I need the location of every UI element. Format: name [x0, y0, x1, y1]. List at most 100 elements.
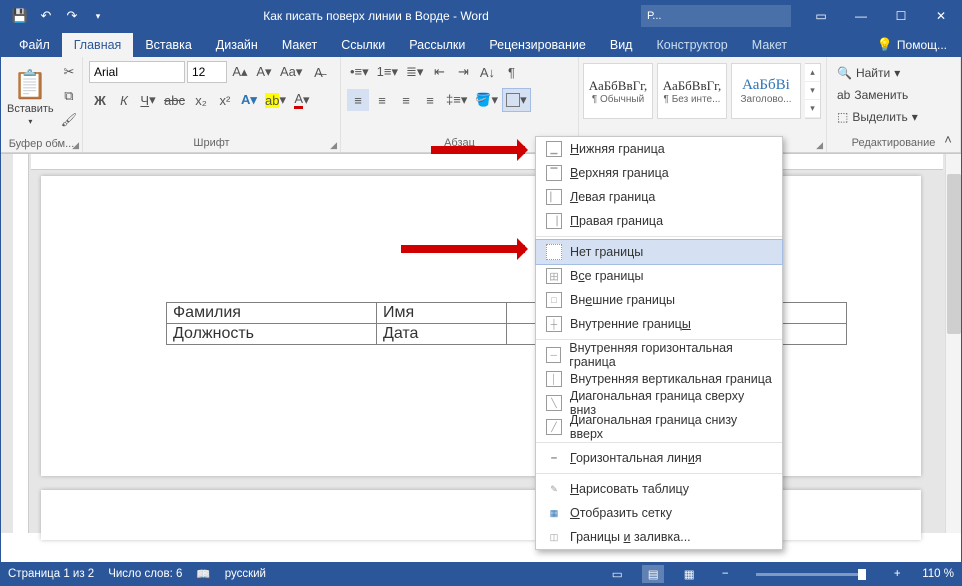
decrease-indent-button[interactable]: ⇤ [428, 61, 450, 83]
shading-button[interactable]: 🪣▾ [472, 89, 501, 111]
mi-draw-table[interactable]: ✎Нарисовать таблицу [536, 477, 782, 501]
save-button[interactable]: 💾 [7, 1, 33, 31]
mi-bottom-border[interactable]: ▁Нижняя граница [536, 137, 782, 161]
redo-button[interactable]: ↷ [59, 1, 85, 31]
italic-button[interactable]: К [113, 89, 135, 111]
font-color-button[interactable]: A▾ [291, 89, 313, 111]
numbering-button[interactable]: 1≡▾ [374, 61, 401, 83]
clipboard-dialog-launcher[interactable]: ◢ [72, 140, 79, 151]
multilevel-button[interactable]: ≣▾ [403, 61, 426, 83]
mi-inside-v-border[interactable]: │Внутренняя вертикальная граница [536, 367, 782, 391]
undo-button[interactable]: ↶ [33, 1, 59, 31]
zoom-slider-thumb[interactable] [858, 569, 866, 580]
font-dialog-launcher[interactable]: ◢ [330, 140, 337, 151]
tab-layout[interactable]: Макет [270, 33, 329, 57]
replace-button[interactable]: abЗаменить [833, 85, 912, 105]
qat-customize-button[interactable]: ▾ [85, 1, 111, 31]
mi-outside-borders[interactable]: □Внешние границы [536, 288, 782, 312]
line-spacing-button[interactable]: ‡≡▾ [443, 89, 470, 111]
styles-more-button[interactable]: ▴▾▾ [805, 63, 821, 119]
copy-button[interactable]: ⧉ [58, 85, 81, 107]
mi-left-border[interactable]: ▏Левая граница [536, 185, 782, 209]
mi-right-border[interactable]: ▕Правая граница [536, 209, 782, 233]
tab-review[interactable]: Рецензирование [477, 33, 598, 57]
find-button[interactable]: 🔍Найти ▾ [833, 63, 904, 83]
vertical-scrollbar[interactable] [945, 154, 961, 533]
tab-table-layout[interactable]: Макет [740, 33, 799, 57]
mi-diag-up-border[interactable]: ╱Диагональная граница снизу вверх [536, 415, 782, 439]
bold-button[interactable]: Ж [89, 89, 111, 111]
close-button[interactable]: ✕ [921, 1, 961, 31]
minimize-button[interactable]: — [841, 1, 881, 31]
tab-design[interactable]: Дизайн [204, 33, 270, 57]
clear-formatting-button[interactable]: A̶ [307, 61, 329, 83]
read-mode-button[interactable]: ▭ [606, 565, 628, 583]
change-case-button[interactable]: Aa▾ [277, 61, 305, 83]
style-heading1[interactable]: АаБбВіЗаголово... [731, 63, 801, 119]
mi-all-borders[interactable]: 田Все границы [536, 264, 782, 288]
font-family-combo[interactable] [89, 61, 185, 83]
highlight-button[interactable]: ab▾ [262, 89, 289, 111]
status-page[interactable]: Страница 1 из 2 [8, 568, 94, 580]
status-proofing[interactable]: 📖 [196, 567, 210, 581]
justify-button[interactable]: ≡ [419, 89, 441, 111]
cell-firstname-label[interactable]: Имя [377, 303, 507, 324]
tab-view[interactable]: Вид [598, 33, 645, 57]
zoom-in-button[interactable]: + [886, 565, 908, 583]
status-language[interactable]: русский [225, 568, 266, 580]
paste-button[interactable]: 📋 Вставить ▾ [7, 61, 54, 133]
mi-inside-h-border[interactable]: ─Внутренняя горизонтальная граница [536, 343, 782, 367]
mi-diag-down-border[interactable]: ╲Диагональная граница сверху вниз [536, 391, 782, 415]
select-button[interactable]: ⬚Выделить ▾ [833, 107, 922, 127]
status-word-count[interactable]: Число слов: 6 [108, 568, 182, 580]
tab-insert[interactable]: Вставка [133, 33, 203, 57]
tab-table-design[interactable]: Конструктор [644, 33, 739, 57]
superscript-button[interactable]: x² [214, 89, 236, 111]
align-center-button[interactable]: ≡ [371, 89, 393, 111]
mi-top-border[interactable]: ▔Верхняя граница [536, 161, 782, 185]
mi-inside-borders[interactable]: ┼Внутренние границы [536, 312, 782, 336]
shrink-font-button[interactable]: A▾ [253, 61, 275, 83]
print-layout-button[interactable]: ▤ [642, 565, 664, 583]
strike-button[interactable]: abc [161, 89, 188, 111]
horizontal-ruler[interactable] [31, 154, 943, 170]
mi-no-border[interactable]: Нет границы [536, 240, 782, 264]
subscript-button[interactable]: x₂ [190, 89, 212, 111]
page-2[interactable] [41, 490, 921, 540]
cell-date-label[interactable]: Дата [377, 324, 507, 345]
align-left-button[interactable]: ≡ [347, 89, 369, 111]
font-size-combo[interactable] [187, 61, 227, 83]
mi-view-gridlines[interactable]: ▦Отобразить сетку [536, 501, 782, 525]
underline-button[interactable]: Ч▾ [137, 89, 159, 111]
tell-me[interactable]: 💡 Помощ... [871, 37, 961, 57]
web-layout-button[interactable]: ▦ [678, 565, 700, 583]
text-effects-button[interactable]: A▾ [238, 89, 260, 111]
tab-references[interactable]: Ссылки [329, 33, 397, 57]
style-normal[interactable]: АаБбВвГг,¶ Обычный [583, 63, 653, 119]
mi-horizontal-line[interactable]: ━Горизонтальная линия [536, 446, 782, 470]
maximize-button[interactable]: ☐ [881, 1, 921, 31]
collapse-ribbon-button[interactable]: ˄ [937, 128, 959, 150]
tab-mailings[interactable]: Рассылки [397, 33, 477, 57]
scrollbar-thumb[interactable] [947, 174, 961, 334]
cell-position-label[interactable]: Должность [167, 324, 377, 345]
align-right-button[interactable]: ≡ [395, 89, 417, 111]
increase-indent-button[interactable]: ⇥ [452, 61, 474, 83]
zoom-out-button[interactable]: − [714, 565, 736, 583]
sort-button[interactable]: A↓ [476, 61, 498, 83]
zoom-slider[interactable] [756, 573, 866, 576]
borders-button[interactable]: ▾ [503, 89, 530, 111]
ribbon-display-button[interactable]: ▭ [801, 1, 841, 31]
show-marks-button[interactable]: ¶ [500, 61, 522, 83]
cell-lastname-label[interactable]: Фамилия [167, 303, 377, 324]
cut-button[interactable]: ✂ [58, 61, 81, 83]
account-box[interactable]: Р... [641, 5, 791, 27]
mi-borders-shading-dialog[interactable]: ◫Границы и заливка... [536, 525, 782, 549]
bullets-button[interactable]: •≡▾ [347, 61, 372, 83]
styles-dialog-launcher[interactable]: ◢ [816, 140, 823, 151]
zoom-level[interactable]: 110 % [922, 568, 954, 580]
format-painter-button[interactable]: 🖌 [58, 109, 81, 131]
vertical-ruler[interactable] [13, 154, 29, 533]
style-no-spacing[interactable]: АаБбВвГг,¶ Без инте... [657, 63, 727, 119]
page-1[interactable]: Фамилия Имя Должность Дата [41, 176, 921, 476]
